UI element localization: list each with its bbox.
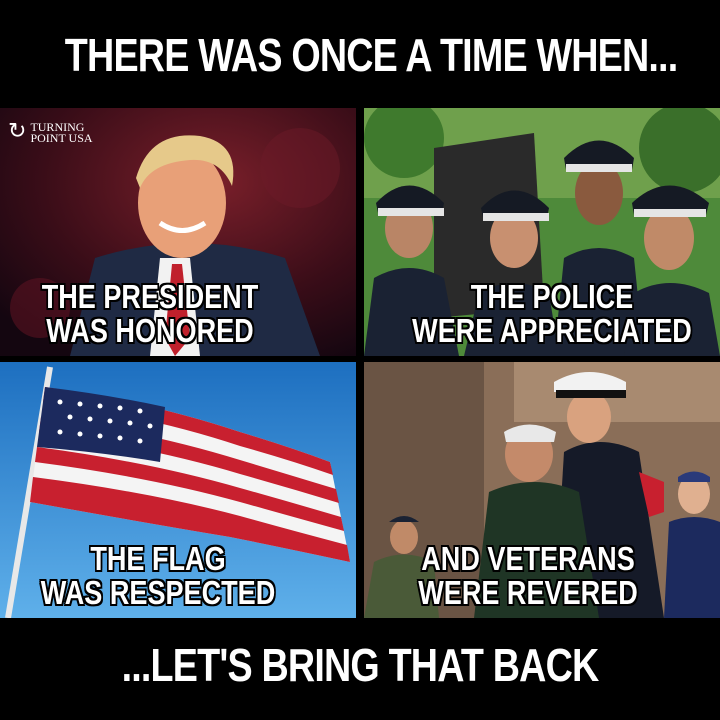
top-headline: THERE WAS ONCE A TIME WHEN... [64,29,678,81]
panel-police: THE POLICE WERE APPRECIATED [364,108,720,356]
caption-flag: THE FLAG WAS RESPECTED [12,542,304,610]
caption-line-2: WAS HONORED [46,312,254,349]
caption-line-1: THE FLAG [90,540,226,577]
panel-president: ↻ TURNING POINT USA THE PRESIDENT WAS HO… [0,108,356,356]
caption-line-2: WERE APPRECIATED [412,312,692,349]
panel-flag: THE FLAG WAS RESPECTED [0,362,356,618]
caption-line-2: WAS RESPECTED [40,574,276,611]
caption-veterans: AND VETERANS WERE REVERED [382,542,674,610]
caption-president: THE PRESIDENT WAS HONORED [4,280,296,348]
caption-line-1: THE POLICE [470,278,634,315]
caption-line-1: THE PRESIDENT [41,278,259,315]
caption-line-1: AND VETERANS [421,540,635,577]
panel-veterans: AND VETERANS WERE REVERED [364,362,720,618]
caption-line-2: WERE REVERED [418,574,638,611]
caption-police: THE POLICE WERE APPRECIATED [406,280,698,348]
logo-line-2: POINT USA [30,131,93,145]
bottom-headline: ...LET'S BRING THAT BACK [121,639,600,691]
turning-point-logo: ↻ TURNING POINT USA [8,118,93,145]
turning-arrow-icon: ↻ [8,118,27,143]
